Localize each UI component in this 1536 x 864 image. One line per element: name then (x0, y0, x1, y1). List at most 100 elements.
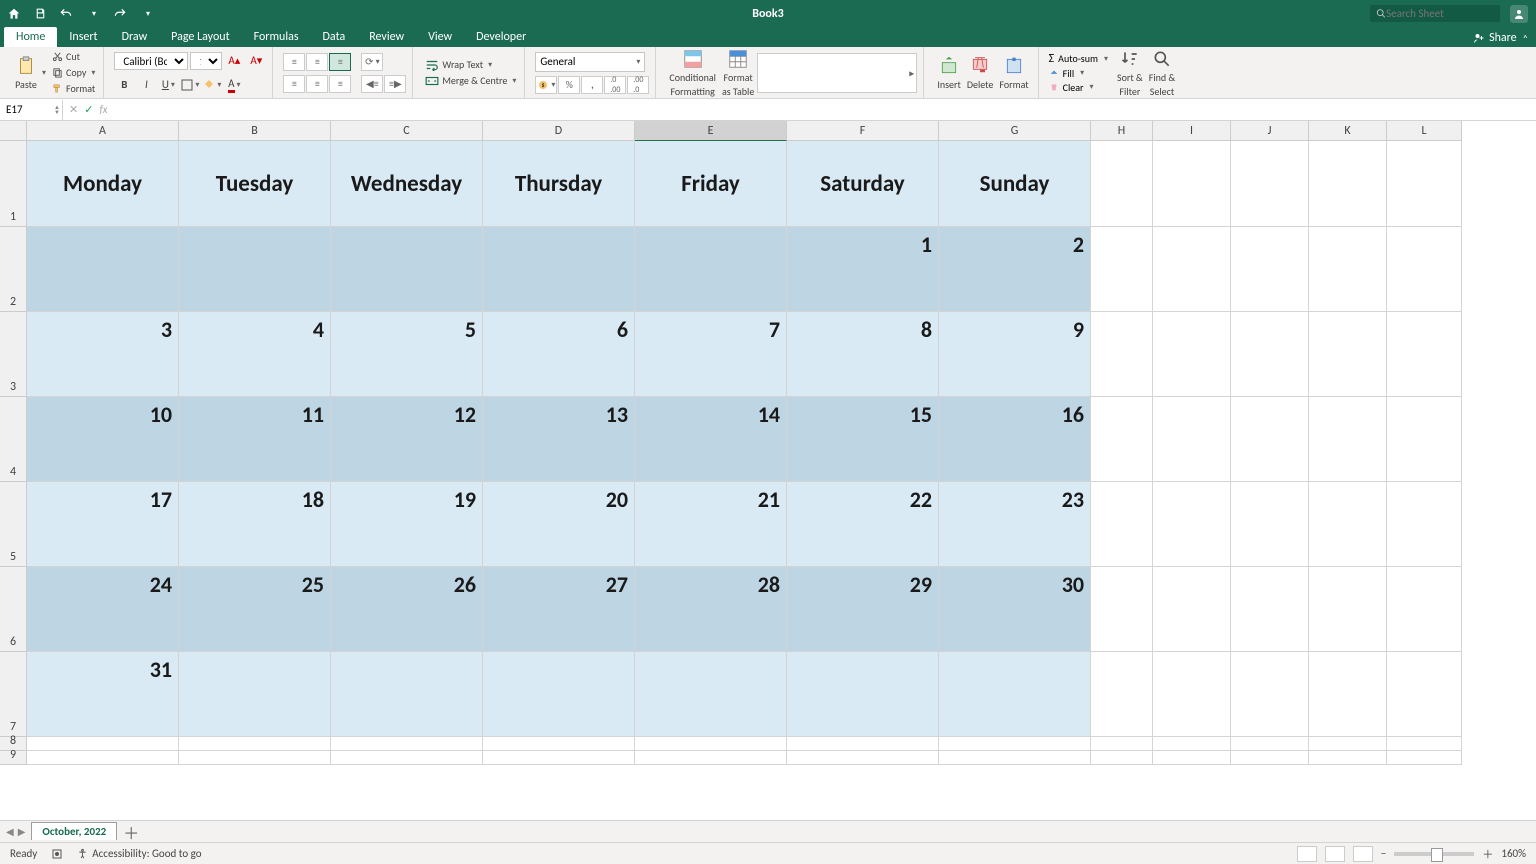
cell-H8[interactable] (1091, 737, 1153, 751)
cell-F7[interactable] (787, 652, 939, 737)
cell-C9[interactable] (331, 751, 483, 765)
cell-I6[interactable] (1153, 567, 1231, 652)
cell-J1[interactable] (1231, 141, 1309, 227)
cell-J6[interactable] (1231, 567, 1309, 652)
cell-K4[interactable] (1309, 397, 1387, 482)
align-right-button[interactable]: ≡ (329, 75, 351, 93)
tab-view[interactable]: View (416, 27, 464, 47)
cell-E8[interactable] (635, 737, 787, 751)
column-header-A[interactable]: A (27, 121, 179, 141)
cell-B6[interactable]: 25 (179, 567, 331, 652)
cell-J2[interactable] (1231, 227, 1309, 312)
spreadsheet-grid[interactable]: ABCDEFGHIJKL 123456789 Monday310172431Tu… (0, 121, 1536, 783)
share-button[interactable]: Share (1473, 31, 1517, 45)
column-header-I[interactable]: I (1153, 121, 1231, 141)
column-header-F[interactable]: F (787, 121, 939, 141)
column-headers[interactable]: ABCDEFGHIJKL (27, 121, 1462, 141)
cell-F2[interactable]: 1 (787, 227, 939, 312)
cell-G8[interactable] (939, 737, 1091, 751)
column-header-L[interactable]: L (1387, 121, 1462, 141)
tab-page-layout[interactable]: Page Layout (159, 27, 241, 47)
italic-button[interactable]: I (136, 75, 156, 95)
fx-icon[interactable]: fx (99, 103, 107, 116)
cell-C1[interactable]: Wednesday (331, 141, 483, 227)
cell-G3[interactable]: 9 (939, 312, 1091, 397)
sort-filter-button[interactable]: Sort &Filter (1114, 48, 1146, 98)
row-headers[interactable]: 123456789 (0, 141, 27, 765)
cell-B8[interactable] (179, 737, 331, 751)
cell-D8[interactable] (483, 737, 635, 751)
cell-C2[interactable] (331, 227, 483, 312)
page-break-view-button[interactable] (1353, 846, 1373, 862)
undo-dropdown[interactable]: ▾ (86, 6, 102, 22)
fill-button[interactable]: Fill▾ (1049, 67, 1108, 80)
cell-H9[interactable] (1091, 751, 1153, 765)
cell-H4[interactable] (1091, 397, 1153, 482)
cell-J9[interactable] (1231, 751, 1309, 765)
cell-D9[interactable] (483, 751, 635, 765)
find-select-button[interactable]: Find &Select (1146, 48, 1178, 98)
cell-I1[interactable] (1153, 141, 1231, 227)
cell-A7[interactable]: 31 (27, 652, 179, 737)
cell-F5[interactable]: 22 (787, 482, 939, 567)
cell-H5[interactable] (1091, 482, 1153, 567)
cell-F8[interactable] (787, 737, 939, 751)
fill-color-button[interactable]: ▾ (202, 75, 222, 95)
decrease-indent-button[interactable]: ◀≡ (361, 75, 383, 93)
row-header-2[interactable]: 2 (0, 227, 27, 312)
cell-C3[interactable]: 5 (331, 312, 483, 397)
number-format-select[interactable]: General▾ (535, 52, 645, 72)
align-center-button[interactable]: ≡ (306, 75, 328, 93)
page-layout-view-button[interactable] (1325, 846, 1345, 862)
font-size-select[interactable]: 12 (190, 52, 222, 70)
cell-B2[interactable] (179, 227, 331, 312)
cell-I2[interactable] (1153, 227, 1231, 312)
align-middle-button[interactable]: ≡ (306, 53, 328, 71)
insert-cells-button[interactable]: Insert (934, 55, 964, 91)
underline-button[interactable]: U▾ (158, 75, 178, 95)
delete-cells-button[interactable]: Delete (964, 55, 997, 91)
zoom-out-button[interactable]: − (1381, 847, 1386, 860)
cell-D7[interactable] (483, 652, 635, 737)
merge-center-button[interactable]: Merge & Centre▾ (423, 73, 518, 88)
cell-B5[interactable]: 18 (179, 482, 331, 567)
tab-draw[interactable]: Draw (110, 27, 160, 47)
cell-H2[interactable] (1091, 227, 1153, 312)
cell-E4[interactable]: 14 (635, 397, 787, 482)
zoom-in-button[interactable]: ＋ (1482, 846, 1493, 862)
decrease-decimal-button[interactable]: .00.0 (627, 76, 649, 94)
cell-G5[interactable]: 23 (939, 482, 1091, 567)
cell-E2[interactable] (635, 227, 787, 312)
accept-formula-icon[interactable]: ✓ (84, 103, 93, 116)
sheet-tab-active[interactable]: October, 2022 (31, 822, 117, 840)
cell-B1[interactable]: Tuesday (179, 141, 331, 227)
column-header-G[interactable]: G (939, 121, 1091, 141)
percent-button[interactable]: % (558, 76, 580, 94)
orientation-button[interactable]: ⟳▾ (361, 53, 383, 71)
column-header-J[interactable]: J (1231, 121, 1309, 141)
cell-K3[interactable] (1309, 312, 1387, 397)
zoom-slider[interactable] (1394, 852, 1474, 856)
cell-K8[interactable] (1309, 737, 1387, 751)
save-icon[interactable] (32, 6, 48, 22)
cell-F9[interactable] (787, 751, 939, 765)
cell-I8[interactable] (1153, 737, 1231, 751)
cell-F3[interactable]: 8 (787, 312, 939, 397)
cell-C4[interactable]: 12 (331, 397, 483, 482)
row-header-3[interactable]: 3 (0, 312, 27, 397)
tab-review[interactable]: Review (357, 27, 416, 47)
cell-L4[interactable] (1387, 397, 1462, 482)
comma-button[interactable]: , (581, 76, 603, 94)
cell-F6[interactable]: 29 (787, 567, 939, 652)
autosum-button[interactable]: ΣAuto-sum▾ (1049, 52, 1108, 66)
row-header-9[interactable]: 9 (0, 751, 27, 765)
cell-L6[interactable] (1387, 567, 1462, 652)
sheet-nav-next[interactable]: ▶ (18, 825, 26, 838)
border-button[interactable]: ▾ (180, 75, 200, 95)
cell-K7[interactable] (1309, 652, 1387, 737)
row-header-4[interactable]: 4 (0, 397, 27, 482)
cell-A4[interactable]: 10 (27, 397, 179, 482)
cell-J7[interactable] (1231, 652, 1309, 737)
cell-J8[interactable] (1231, 737, 1309, 751)
user-icon[interactable] (1510, 5, 1528, 23)
